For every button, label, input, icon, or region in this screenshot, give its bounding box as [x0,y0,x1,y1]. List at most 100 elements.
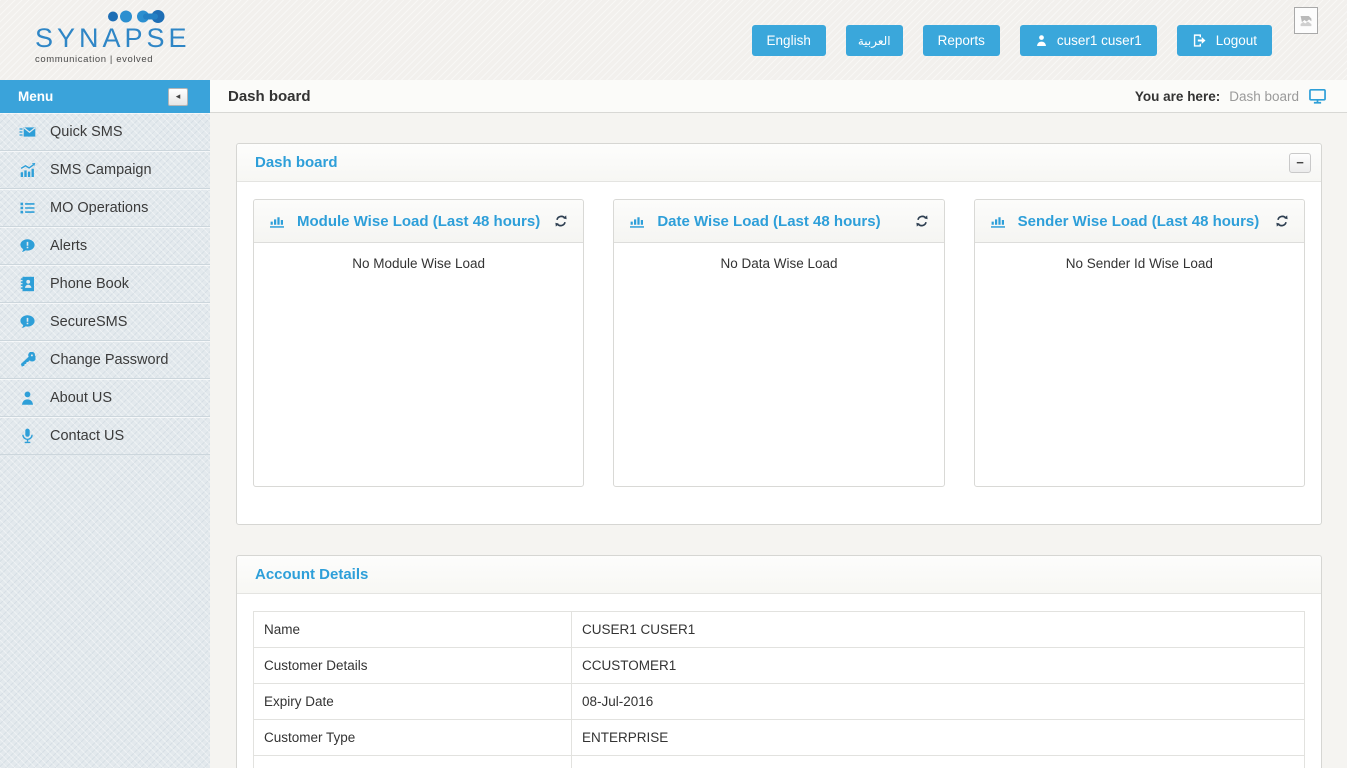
menu-title: Menu [18,89,53,104]
card-empty-message: No Data Wise Load [614,243,943,271]
reports-button[interactable]: Reports [923,25,1000,56]
sidebar-item-about-us[interactable]: About US [0,379,210,417]
app-window: SYNAPSE communication | evolved English … [0,0,1347,768]
main-content: Dash board You are here: Dash board Dash… [210,80,1347,768]
card-empty-message: No Module Wise Load [254,243,583,271]
dashboard-panel-header: Dash board − [237,144,1321,182]
table-row: Expiry Date 08-Jul-2016 [254,684,1305,720]
account-details-table: Name CUSER1 CUSER1 Customer Details CCUS… [253,611,1305,768]
arabic-button[interactable]: العربية [846,25,903,56]
bar-chart-icon [990,213,1006,229]
sidebar-item-label: About US [50,390,112,406]
user-button-label: cuser1 cuser1 [1057,33,1142,48]
sidebar-menu: Quick SMS SMS Campaign MO Operations Ale… [0,113,210,455]
brand-tagline: communication | evolved [35,54,191,65]
synapse-logo: SYNAPSE communication | evolved [35,9,191,65]
top-header: SYNAPSE communication | evolved English … [0,0,1347,80]
refresh-icon[interactable] [913,212,931,230]
sidebar-item-contact-us[interactable]: Contact US [0,417,210,455]
dashboard-panel: Dash board − Module Wise Load (Last 48 h… [236,143,1322,525]
stat-card-3: Sender Wise Load (Last 48 hours) No Send… [974,199,1305,487]
chevron-left-icon: ◂ [176,92,181,101]
row-label: Credit System [254,756,572,768]
logo-dots-icon [107,9,165,24]
card-title: Module Wise Load (Last 48 hours) [297,213,540,230]
envelope-icon [18,123,36,140]
sidebar-item-label: Quick SMS [50,124,123,140]
table-row: Customer Details CCUSTOMER1 [254,648,1305,684]
user-icon [18,389,36,406]
content-area: Dash board − Module Wise Load (Last 48 h… [210,113,1347,768]
breadcrumb-current[interactable]: Dash board [1229,89,1299,104]
logout-icon [1192,33,1207,48]
account-table-body: Name CUSER1 CUSER1 Customer Details CCUS… [254,612,1305,768]
english-button[interactable]: English [752,25,826,56]
minimize-panel-button[interactable]: − [1289,153,1311,173]
sidebar-item-alerts[interactable]: Alerts [0,227,210,265]
breadcrumb: You are here: Dash board [1135,88,1327,105]
sidebar-item-quick-sms[interactable]: Quick SMS [0,113,210,151]
sidebar-item-change-password[interactable]: Change Password [0,341,210,379]
account-panel-header: Account Details [237,556,1321,594]
refresh-icon[interactable] [552,212,570,230]
logout-button[interactable]: Logout [1177,25,1272,56]
row-value: 08-Jul-2016 [572,684,1305,720]
sidebar-item-label: SecureSMS [50,314,127,330]
sidebar-item-label: SMS Campaign [50,162,152,178]
table-row: Name CUSER1 CUSER1 [254,612,1305,648]
row-value: CUSER1 CUSER1 [572,612,1305,648]
row-label: Name [254,612,572,648]
list-icon [18,199,36,216]
key-icon [18,351,36,368]
row-label: Customer Type [254,720,572,756]
sidebar-item-label: Alerts [50,238,87,254]
sidebar-item-securesms[interactable]: SecureSMS [0,303,210,341]
card-empty-message: No Sender Id Wise Load [975,243,1304,271]
user-account-button[interactable]: cuser1 cuser1 [1020,25,1157,56]
sidebar-item-label: MO Operations [50,200,148,216]
sidebar-item-mo-operations[interactable]: MO Operations [0,189,210,227]
sidebar-item-label: Phone Book [50,276,129,292]
sidebar-item-phone-book[interactable]: Phone Book [0,265,210,303]
brand-name: SYNAPSE [35,24,191,52]
stat-card-2: Date Wise Load (Last 48 hours) No Data W… [613,199,944,487]
refresh-icon[interactable] [1273,212,1291,230]
card-title: Sender Wise Load (Last 48 hours) [1018,213,1261,230]
row-value: CCUSTOMER1 [572,648,1305,684]
sidebar-item-label: Change Password [50,352,169,368]
chart-growth-icon [18,161,36,178]
stat-card-1: Module Wise Load (Last 48 hours) No Modu… [253,199,584,487]
sidebar-menu-header: Menu ◂ [0,80,210,113]
minus-icon: − [1296,156,1304,169]
comment-alert-icon [18,313,36,330]
account-panel-title: Account Details [255,566,368,583]
content-top-bar: Dash board You are here: Dash board [210,80,1347,113]
sidebar-item-label: Contact US [50,428,124,444]
dashboard-panel-body: Module Wise Load (Last 48 hours) No Modu… [237,182,1321,524]
card-title: Date Wise Load (Last 48 hours) [657,213,900,230]
comment-alert-icon [18,237,36,254]
english-button-label: English [767,33,811,48]
row-value: ENTERPRISE [572,720,1305,756]
page-title: Dash board [228,88,311,105]
card-header: Sender Wise Load (Last 48 hours) [975,200,1304,243]
sidebar-item-sms-campaign[interactable]: SMS Campaign [0,151,210,189]
arabic-button-label: العربية [858,34,891,48]
breadcrumb-prefix: You are here: [1135,89,1220,104]
row-label: Customer Details [254,648,572,684]
card-header: Module Wise Load (Last 48 hours) [254,200,583,243]
table-row: Customer Type ENTERPRISE [254,720,1305,756]
user-icon [1035,34,1048,47]
dashboard-panel-title: Dash board [255,154,338,171]
address-book-icon [18,275,36,292]
sidebar: Menu ◂ Quick SMS SMS Campaign MO Operati… [0,80,210,768]
table-row: Credit System POSTPAID [254,756,1305,768]
bar-chart-icon [629,213,645,229]
stat-cards-row: Module Wise Load (Last 48 hours) No Modu… [253,199,1305,487]
broken-image-icon [1294,7,1318,34]
sidebar-collapse-button[interactable]: ◂ [168,88,188,106]
reports-button-label: Reports [938,33,985,48]
account-details-panel: Account Details Name CUSER1 CUSER1 Custo… [236,555,1322,768]
header-buttons: English العربية Reports cuser1 cuser1 Lo… [752,25,1272,56]
bar-chart-icon [269,213,285,229]
